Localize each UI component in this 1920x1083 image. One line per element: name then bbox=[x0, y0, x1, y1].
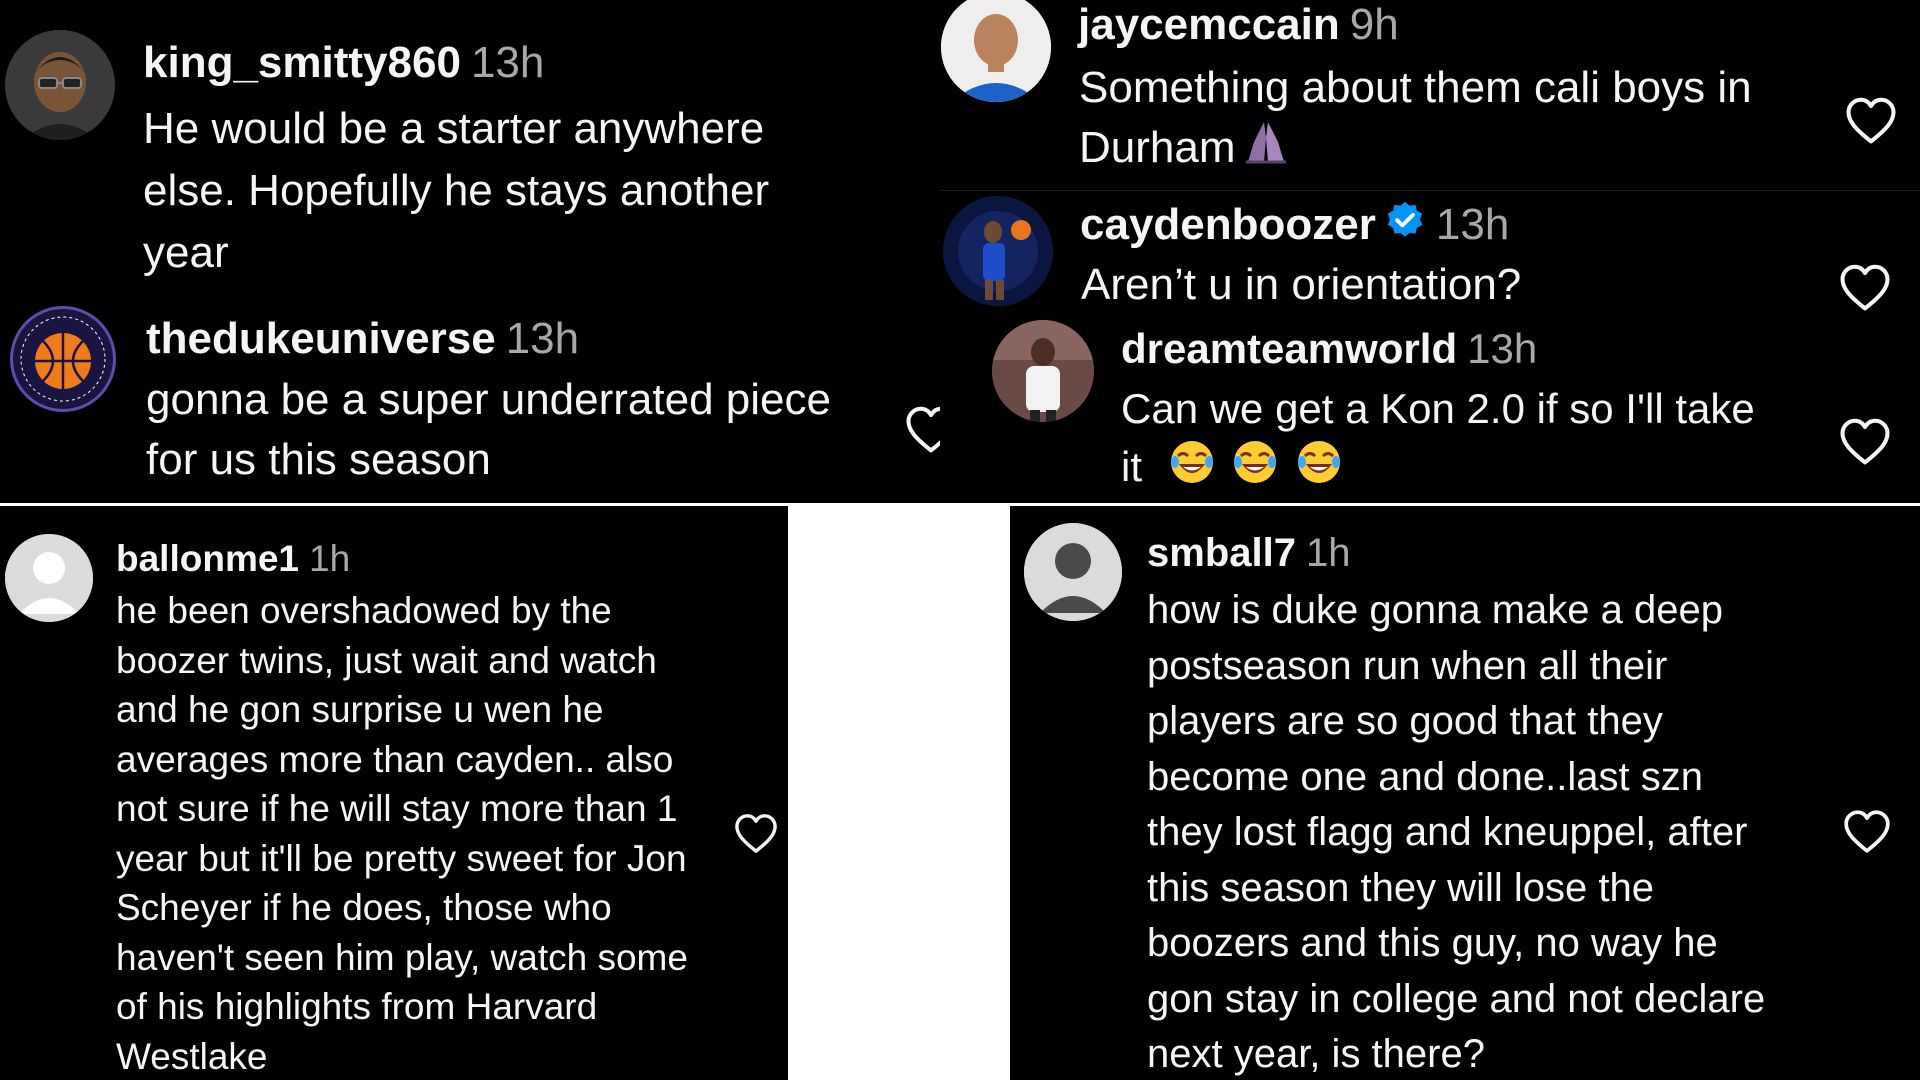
default-avatar-icon bbox=[5, 534, 93, 622]
comment-text-fragment: Durham bbox=[1079, 123, 1236, 172]
username[interactable]: king_smitty860 bbox=[143, 38, 461, 87]
comment-text: He would be a starter anywhere else. Hop… bbox=[143, 98, 769, 284]
comment-text-fragment: it bbox=[1121, 443, 1142, 490]
comment-text-line: Westlake bbox=[116, 1035, 268, 1077]
timestamp: 13h bbox=[1435, 200, 1510, 249]
default-avatar-icon bbox=[1024, 523, 1122, 621]
comment-text: gonna be a super underrated piece for us… bbox=[146, 370, 831, 490]
timestamp: 13h bbox=[505, 314, 580, 363]
comment-text-line: Can we get a Kon 2.0 if so I'll take bbox=[1121, 385, 1755, 432]
comment-text-line: they lost flagg and kneuppel, after bbox=[1147, 810, 1748, 854]
comment-header: dreamteamworld 13h bbox=[1121, 323, 1537, 375]
comment-header: thedukeuniverse 13h bbox=[146, 312, 579, 366]
like-button[interactable] bbox=[1844, 95, 1898, 145]
comment-header: smball7 1h bbox=[1147, 528, 1350, 578]
comment-text-line: not sure if he will stay more than 1 bbox=[116, 788, 678, 829]
comment-header: king_smitty860 13h bbox=[143, 36, 544, 90]
username[interactable]: dreamteamworld bbox=[1121, 325, 1457, 372]
comment-header: caydenboozer 13h bbox=[1080, 198, 1509, 255]
comment-text-line: averages more than cayden.. also bbox=[116, 738, 674, 780]
comment-text-line: boozers and this guy, no way he bbox=[1147, 921, 1718, 965]
username[interactable]: caydenboozer bbox=[1080, 200, 1376, 249]
comment-text-line: He would be a starter anywhere bbox=[143, 104, 765, 153]
heart-outline-icon bbox=[1844, 810, 1890, 853]
comment-caydenboozer: caydenboozer 13h Aren’t u in orientation? bbox=[940, 190, 1920, 320]
comment-text-line: become one and done..last szn bbox=[1147, 754, 1703, 799]
comment-text-line: Durham bbox=[1079, 118, 1752, 182]
comment-text-line: gon stay in college and not declare bbox=[1147, 976, 1766, 1021]
verified-badge-icon bbox=[1384, 200, 1426, 255]
top-right-panel: jaycemccain 9h Something about them cali … bbox=[940, 0, 1920, 505]
heart-outline-icon bbox=[1840, 264, 1890, 311]
comment-text: Something about them cali boys in Durham bbox=[1079, 58, 1752, 182]
comment-text-line: he been overshadowed by the bbox=[116, 590, 612, 631]
comment-jaycemccain: jaycemccain 9h Something about them cali … bbox=[940, 0, 1920, 191]
like-button[interactable] bbox=[1842, 808, 1892, 854]
comment-text-line: players are so good that they bbox=[1147, 699, 1663, 743]
top-left-panel: king_smitty860 13h He would be a starter … bbox=[0, 0, 960, 505]
like-button[interactable] bbox=[1838, 262, 1892, 312]
avatar[interactable] bbox=[943, 196, 1053, 306]
username[interactable]: ballonme1 bbox=[116, 538, 299, 579]
comment-text-line: for us this season bbox=[146, 435, 491, 484]
folded-hands-icon bbox=[1240, 118, 1292, 182]
comment-text-line: this season they will lose the bbox=[1147, 865, 1654, 910]
comment-text: Aren’t u in orientation? bbox=[1081, 258, 1521, 312]
comment-text-line: how is duke gonna make a deep bbox=[1147, 588, 1723, 632]
laughing-tears-icon bbox=[1168, 438, 1216, 501]
avatar[interactable] bbox=[941, 0, 1051, 102]
username[interactable]: smball7 bbox=[1147, 531, 1296, 575]
heart-outline-icon bbox=[1840, 418, 1890, 465]
timestamp: 1h bbox=[1305, 531, 1351, 575]
comment-text-line: year bbox=[143, 228, 229, 277]
comment-text-line: Something about them cali boys in bbox=[1079, 63, 1752, 112]
comment-text-line: Scheyer if he does, those who bbox=[116, 887, 612, 928]
comment-header: jaycemccain 9h bbox=[1078, 0, 1399, 50]
avatar[interactable] bbox=[10, 306, 116, 412]
avatar[interactable] bbox=[992, 320, 1094, 422]
comment-text-line: gonna be a super underrated piece bbox=[146, 375, 831, 424]
like-button[interactable] bbox=[1838, 416, 1892, 466]
comment-text-line: of his highlights from Harvard bbox=[116, 986, 598, 1027]
timestamp: 9h bbox=[1349, 0, 1399, 49]
comment-text-line: haven't seen him play, watch some bbox=[116, 936, 688, 978]
comment-thedukeuniverse: thedukeuniverse 13h gonna be a super unde… bbox=[0, 300, 960, 505]
comment-text-line: postseason run when all their bbox=[1147, 643, 1668, 688]
heart-outline-icon bbox=[735, 814, 777, 853]
comment-dreamteamworld: dreamteamworld 13h Can we get a Kon 2.0 i… bbox=[940, 320, 1920, 505]
comment-king-smitty860: king_smitty860 13h He would be a starter … bbox=[0, 0, 960, 300]
comment-text-line: boozer twins, just wait and watch bbox=[116, 639, 657, 681]
timestamp: 13h bbox=[470, 38, 545, 87]
laughing-tears-icon bbox=[1231, 438, 1279, 501]
comment-text-line: year but it'll be pretty sweet for Jon bbox=[116, 837, 687, 879]
timestamp: 13h bbox=[1467, 325, 1538, 372]
username[interactable]: jaycemccain bbox=[1078, 0, 1340, 49]
like-button[interactable] bbox=[733, 812, 779, 854]
comment-text-line: else. Hopefully he stays another bbox=[143, 166, 770, 215]
bottom-right-panel: smball7 1h how is duke gonna make a deep … bbox=[1010, 506, 1920, 1080]
avatar[interactable] bbox=[5, 30, 115, 140]
comment-text: he been overshadowed by the boozer twins… bbox=[116, 586, 688, 1081]
comment-text: how is duke gonna make a deep postseason… bbox=[1147, 583, 1765, 1083]
comment-text-line: next year, is there? bbox=[1147, 1032, 1485, 1076]
avatar[interactable] bbox=[5, 534, 93, 622]
laughing-tears-icon bbox=[1295, 438, 1343, 501]
comment-text: Can we get a Kon 2.0 if so I'll take it bbox=[1121, 380, 1755, 501]
comment-text-line: and he gon surprise u wen he bbox=[116, 689, 604, 730]
comment-header: ballonme1 1h bbox=[116, 536, 350, 582]
heart-outline-icon bbox=[1846, 97, 1896, 144]
bottom-left-panel: ballonme1 1h he been overshadowed by the … bbox=[0, 506, 788, 1080]
comment-text-line: Aren’t u in orientation? bbox=[1081, 260, 1522, 309]
timestamp: 1h bbox=[309, 538, 351, 579]
username[interactable]: thedukeuniverse bbox=[146, 314, 496, 363]
avatar[interactable] bbox=[1024, 523, 1122, 621]
comment-text-line: it bbox=[1121, 438, 1755, 501]
basketball-logo-icon bbox=[15, 311, 111, 407]
